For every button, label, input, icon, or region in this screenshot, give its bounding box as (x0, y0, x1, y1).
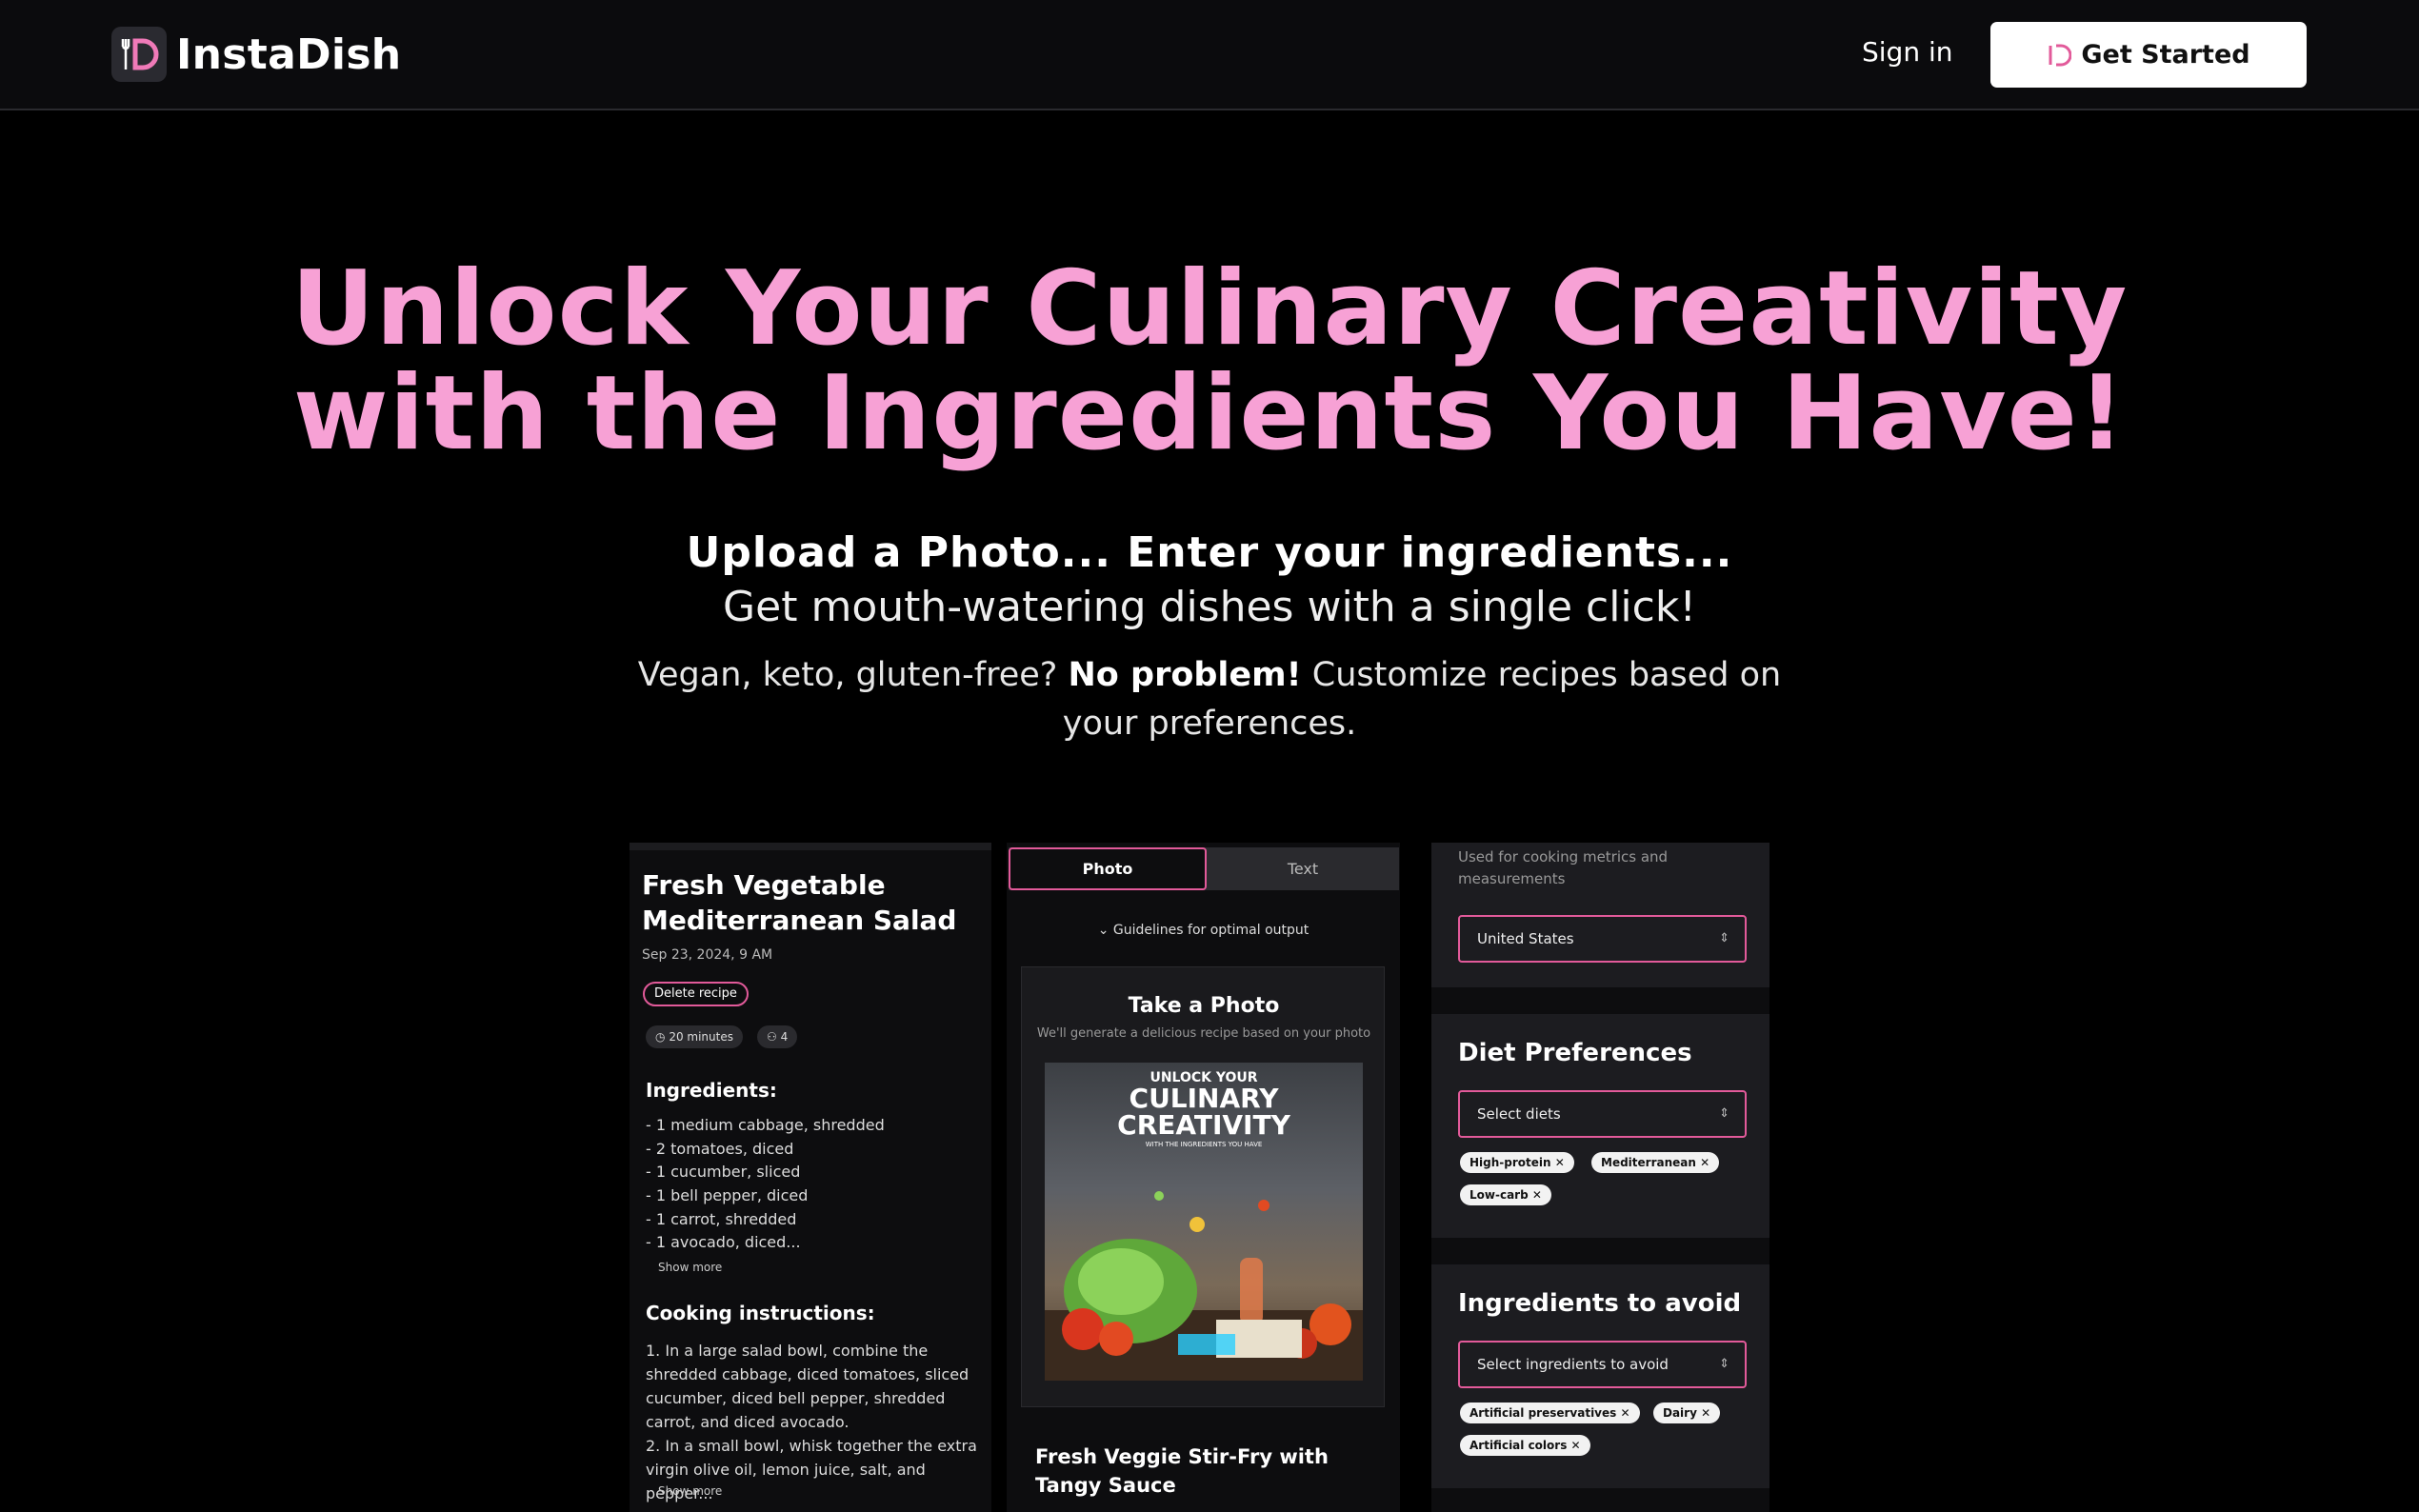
avoid-tag[interactable]: Artificial preservatives ✕ (1460, 1403, 1640, 1423)
instadish-logo-icon (111, 27, 167, 82)
close-icon[interactable]: ✕ (1532, 1188, 1542, 1202)
photo-text-2: CULINARY CREATIVITY (1117, 1083, 1290, 1141)
recipe-caption: Fresh Veggie Stir-Fry with Tangy Sauce (1035, 1445, 1329, 1497)
sign-in-link[interactable]: Sign in (1862, 36, 1953, 68)
ingredient-item: - 1 bell pepper, diced (646, 1186, 809, 1204)
tag-label: Artificial colors (1469, 1439, 1568, 1452)
input-mode-tabs: Photo Text (1009, 847, 1399, 890)
ingredient-item: - 2 tomatoes, diced (646, 1140, 794, 1158)
recipe-preview-panel: Fresh Vegetable Mediterranean Salad Sep … (630, 843, 991, 1512)
avoid-tag[interactable]: Dairy ✕ (1653, 1403, 1721, 1423)
country-select[interactable]: United States ⇕ (1458, 915, 1747, 963)
avoid-tag[interactable]: Artificial colors ✕ (1460, 1435, 1590, 1456)
show-more-instructions-link[interactable]: Show more (658, 1484, 722, 1498)
close-icon[interactable]: ✕ (1701, 1406, 1710, 1420)
select-chevron-icon: ⇕ (1719, 931, 1729, 945)
time-badge: ◷ 20 minutes (646, 1025, 743, 1048)
diet-preferences-title: Diet Preferences (1458, 1039, 1692, 1067)
tag-label: Mediterranean (1601, 1156, 1696, 1169)
close-icon[interactable]: ✕ (1700, 1156, 1709, 1169)
ingredient-item: - 1 avocado, diced... (646, 1233, 801, 1251)
diet-placeholder: Select diets (1477, 1105, 1561, 1123)
ingredient-item: - 1 carrot, shredded (646, 1210, 797, 1228)
diet-tag[interactable]: Low-carb ✕ (1460, 1184, 1551, 1205)
recipe-title: Fresh Vegetable Mediterranean Salad (642, 869, 957, 936)
ingredients-heading: Ingredients: (646, 1079, 777, 1102)
diet-preferences-card: Diet Preferences Select diets ⇕ High-pro… (1431, 1014, 1769, 1238)
country-value: United States (1477, 930, 1574, 947)
close-icon[interactable]: ✕ (1571, 1439, 1581, 1452)
select-chevron-icon: ⇕ (1719, 1357, 1729, 1371)
metrics-description: Used for cooking metrics and measurement… (1458, 848, 1669, 887)
tag-label: Dairy (1663, 1406, 1697, 1420)
chevron-down-icon: ⌄ (1097, 923, 1110, 938)
ingredients-to-avoid-title: Ingredients to avoid (1458, 1289, 1742, 1318)
guidelines-label: Guidelines for optimal output (1112, 923, 1309, 938)
people-icon: ⚇ (767, 1030, 777, 1044)
settings-preview-panel: Used for cooking metrics and measurement… (1431, 843, 1769, 1512)
guidelines-toggle[interactable]: ⌄ Guidelines for optimal output (1007, 923, 1400, 938)
hero-title-line-2: with the Ingredients You Have! (292, 354, 2127, 473)
tag-label: High-protein (1469, 1156, 1551, 1169)
avoid-select[interactable]: Select ingredients to avoid ⇕ (1458, 1341, 1747, 1388)
tag-label: Low-carb (1469, 1188, 1529, 1202)
photo-text-3: WITH THE INGREDIENTS YOU HAVE (1145, 1141, 1263, 1148)
tab-photo[interactable]: Photo (1009, 847, 1207, 890)
diet-tag[interactable]: Mediterranean ✕ (1591, 1152, 1720, 1173)
diets-bold: No problem! (1068, 656, 1302, 694)
food-photo: UNLOCK YOUR CULINARY CREATIVITY WITH THE… (1045, 1063, 1363, 1381)
instructions-text: 1. In a large salad bowl, combine the sh… (646, 1342, 977, 1502)
delete-recipe-button[interactable]: Delete recipe (643, 982, 749, 1006)
country-card: Used for cooking metrics and measurement… (1431, 843, 1769, 987)
take-photo-card[interactable]: Take a Photo We'll generate a delicious … (1021, 966, 1385, 1407)
hero-subtitle: Get mouth-watering dishes with a single … (723, 583, 1696, 631)
hero-diets-text: Vegan, keto, gluten-free? No problem! Cu… (610, 651, 1809, 748)
get-started-button[interactable]: Get Started (1990, 22, 2307, 88)
diet-select[interactable]: Select diets ⇕ (1458, 1090, 1747, 1138)
instadish-small-icon (2049, 44, 2072, 66)
clock-icon: ◷ (655, 1030, 666, 1044)
photo-preview-panel: Photo Text ⌄ Guidelines for optimal outp… (1007, 843, 1400, 1512)
vegetables-illustration (1045, 1191, 1363, 1381)
get-started-label: Get Started (2081, 40, 2250, 70)
hero-subtitle-bold: Upload a Photo... Enter your ingredients… (686, 528, 1733, 577)
show-more-ingredients-link[interactable]: Show more (658, 1261, 722, 1274)
diet-tag[interactable]: High-protein ✕ (1460, 1152, 1574, 1173)
brand-name: InstaDish (176, 30, 402, 79)
tab-text[interactable]: Text (1207, 847, 1399, 890)
servings-value: 4 (780, 1030, 789, 1044)
diets-pre: Vegan, keto, gluten-free? (637, 656, 1058, 694)
top-nav: InstaDish Sign in Get Started (0, 0, 2419, 110)
hero-title-line-1: Unlock Your Culinary Creativity (290, 249, 2129, 368)
ingredient-item: - 1 cucumber, sliced (646, 1163, 801, 1181)
close-icon[interactable]: ✕ (1620, 1406, 1629, 1420)
tag-label: Artificial preservatives (1469, 1406, 1617, 1420)
hero-title: Unlock Your Culinary Creativity with the… (0, 257, 2419, 467)
servings-badge: ⚇ 4 (757, 1025, 798, 1048)
close-icon[interactable]: ✕ (1555, 1156, 1565, 1169)
ingredient-item: - 1 medium cabbage, shredded (646, 1116, 885, 1134)
recipe-date: Sep 23, 2024, 9 AM (642, 947, 773, 963)
take-photo-subtitle: We'll generate a delicious recipe based … (1036, 1026, 1371, 1041)
ingredients-to-avoid-card: Ingredients to avoid Select ingredients … (1431, 1264, 1769, 1488)
select-chevron-icon: ⇕ (1719, 1106, 1729, 1121)
brand-logo[interactable]: InstaDish (111, 27, 401, 82)
instructions-heading: Cooking instructions: (646, 1302, 875, 1324)
time-value: 20 minutes (669, 1030, 733, 1044)
take-photo-title: Take a Photo (1128, 994, 1280, 1018)
avoid-placeholder: Select ingredients to avoid (1477, 1356, 1669, 1373)
